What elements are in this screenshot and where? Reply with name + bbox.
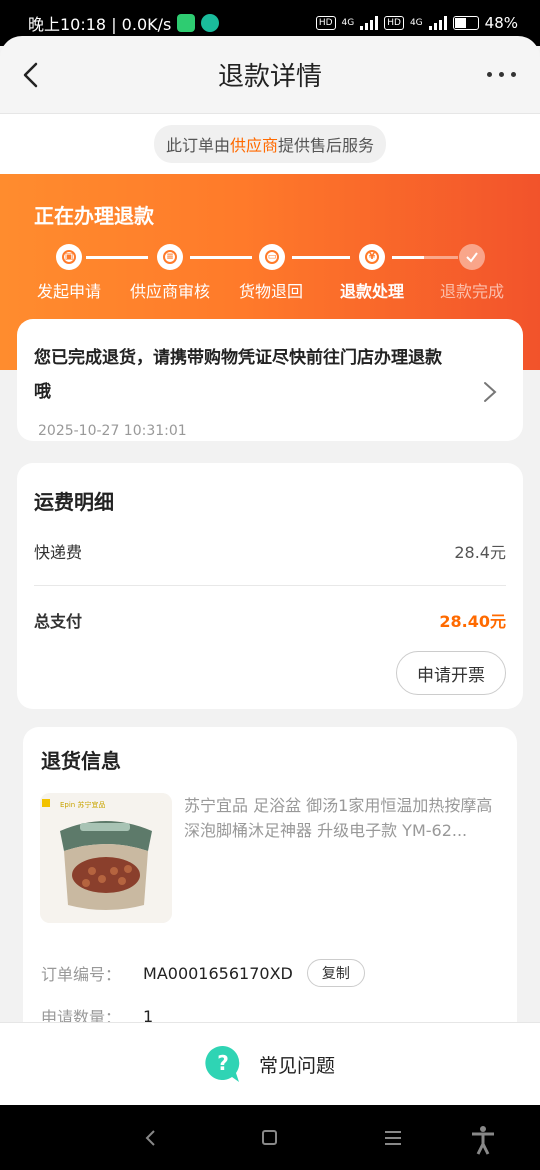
battery-icon	[452, 16, 479, 30]
calendar-icon: ▣	[56, 244, 82, 270]
network-type: 4G	[341, 18, 355, 28]
step-label: 货物退回	[238, 282, 304, 301]
section-title: 运费明细	[34, 490, 114, 514]
more-dots-icon[interactable]	[487, 72, 516, 77]
review-icon: ≡	[157, 244, 183, 270]
nav-back-icon[interactable]	[144, 1129, 156, 1147]
apply-invoice-button[interactable]: 申请开票	[396, 651, 506, 695]
yen-icon: ¥	[359, 244, 385, 270]
divider	[34, 585, 506, 586]
nav-menu-icon[interactable]	[385, 1131, 401, 1149]
shipping-detail-card: 运费明细 快递费 28.4元 总支付 28.40元 申请开票	[17, 463, 523, 709]
question-bubble-icon[interactable]: ?	[205, 1045, 241, 1083]
thumb-brand: Epin 苏宁宜品	[60, 800, 105, 809]
total-label: 总支付	[34, 612, 83, 631]
step-label: 供应商审核	[129, 282, 211, 301]
refund-status-card[interactable]: 您已完成退货，请携带购物凭证尽快前往门店办理退款哦 2025-10-27 10:…	[17, 319, 523, 441]
order-label: 订单编号：	[41, 965, 122, 984]
fee-value: 28.4元	[454, 543, 506, 562]
refund-message: 您已完成退货，请携带购物凭证尽快前往门店办理退款哦	[34, 348, 442, 402]
signal-icon-2	[428, 16, 447, 30]
nav-home-icon[interactable]	[262, 1130, 277, 1145]
accessibility-icon[interactable]	[470, 1125, 496, 1155]
step-connector	[190, 256, 252, 259]
battery-percent: 48%	[484, 14, 518, 32]
step-connector-pending	[424, 256, 458, 259]
total-value: 28.40元	[439, 612, 506, 631]
hd-badge: HD	[315, 16, 336, 30]
shipping-fee-row: 快递费 28.4元	[34, 539, 506, 563]
fee-label: 快递费	[34, 543, 83, 562]
return-info-card: 退货信息 Epin 苏宁宜品 苏宁宜品 足浴盆 御汤1家用恒温加热按摩高深泡脚桶…	[23, 727, 517, 1057]
app-header: 退款详情	[0, 36, 540, 114]
check-icon	[459, 244, 485, 270]
box-icon: ▭	[259, 244, 285, 270]
foot-spa-image: Epin 苏宁宜品	[40, 793, 172, 923]
svg-text:?: ?	[217, 1051, 229, 1075]
page-title: 退款详情	[217, 62, 322, 92]
system-nav-bar	[0, 1105, 540, 1170]
copy-button[interactable]: 复制	[306, 959, 365, 987]
notice-supplier: 供应商	[229, 136, 278, 155]
order-number-row: 订单编号： MA0001656170XD 复制	[41, 959, 365, 987]
hd-badge-2: HD	[384, 16, 404, 30]
refund-timestamp: 2025-10-27 10:31:01	[38, 423, 187, 439]
notice-bar: 此订单由供应商提供售后服务	[0, 114, 540, 174]
step-connector	[86, 256, 148, 259]
notice-prefix: 此订单由	[165, 136, 230, 155]
progress-title: 正在办理退款	[34, 204, 154, 228]
vpn-app-icon	[201, 14, 220, 32]
chevron-right-icon[interactable]	[483, 381, 497, 403]
step-label-current: 退款处理	[339, 282, 405, 301]
total-row: 总支付 28.40元	[34, 608, 506, 632]
step-label: 发起申请	[36, 282, 102, 301]
network-type-2: 4G	[409, 18, 423, 28]
status-time: 晚上10:18 | 0.0K/s	[28, 15, 172, 34]
faq-label[interactable]: 常见问题	[259, 1051, 335, 1078]
service-notice: 此订单由供应商提供售后服务	[153, 125, 387, 163]
product-name[interactable]: 苏宁宜品 足浴盆 御汤1家用恒温加热按摩高深泡脚桶沐足神器 升级电子款 YM-6…	[184, 793, 494, 843]
step-connector	[392, 256, 424, 259]
section-title: 退货信息	[41, 749, 121, 773]
step-connector	[292, 256, 350, 259]
step-label-pending: 退款完成	[439, 282, 505, 301]
chevron-left-icon[interactable]	[18, 61, 46, 89]
faq-bar[interactable]: ? 常见问题	[0, 1022, 540, 1105]
shield-app-icon	[177, 14, 196, 32]
order-value: MA0001656170XD	[143, 963, 293, 983]
notice-suffix: 提供售后服务	[278, 136, 375, 155]
signal-icon	[360, 16, 379, 30]
product-thumbnail[interactable]: Epin 苏宁宜品	[40, 793, 172, 923]
